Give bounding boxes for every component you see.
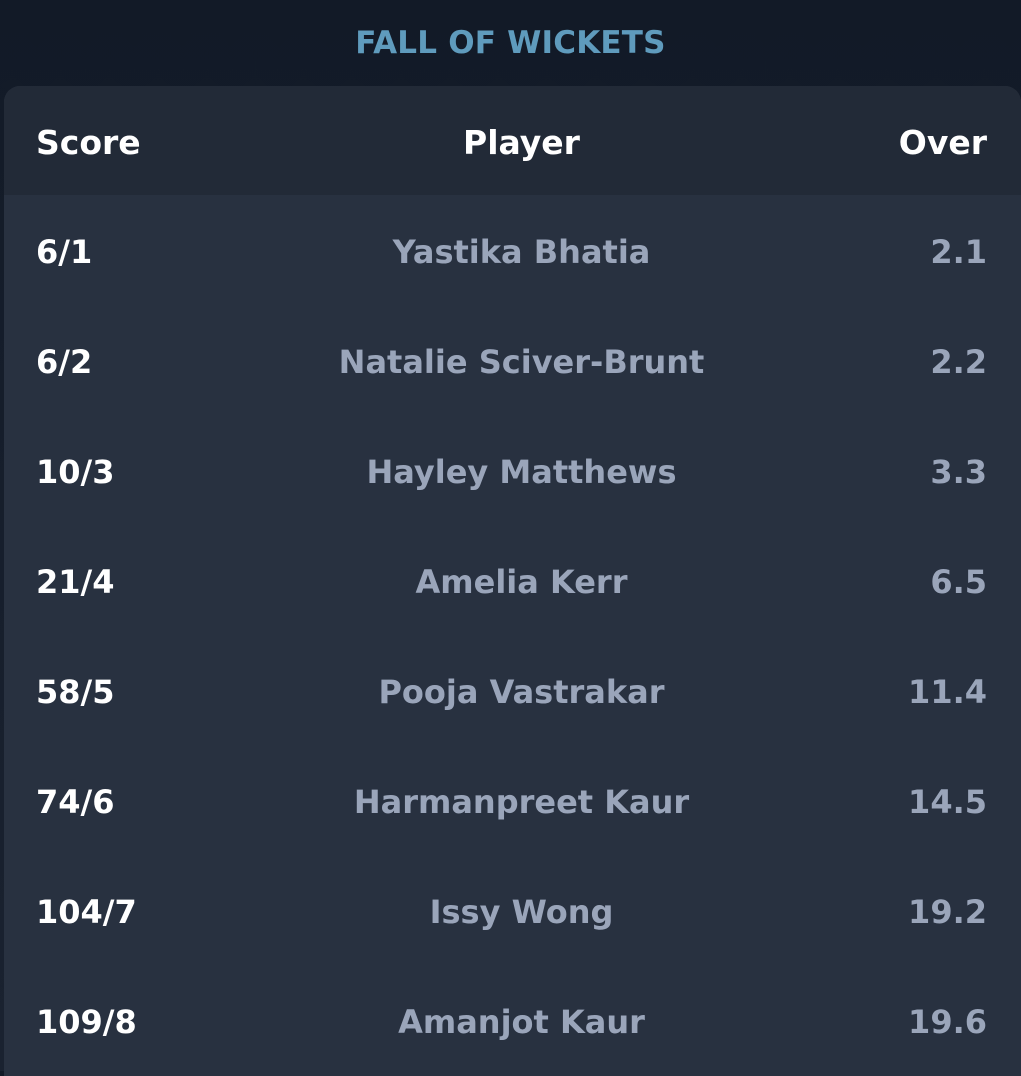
wicket-over: 2.2 (930, 343, 987, 381)
wicket-over: 3.3 (930, 453, 987, 491)
player-name: Issy Wong (429, 893, 614, 931)
player-name: Pooja Vastrakar (378, 673, 665, 711)
player-name: Amelia Kerr (415, 563, 628, 601)
table-row: 104/7 Issy Wong 19.2 (4, 855, 1021, 965)
table-row: 6/2 Natalie Sciver-Brunt 2.2 (4, 305, 1021, 415)
wicket-over: 11.4 (908, 673, 987, 711)
section-title: FALL OF WICKETS (355, 25, 666, 61)
column-header-over: Over (898, 123, 987, 162)
player-name: Amanjot Kaur (398, 1003, 645, 1041)
wicket-over: 14.5 (908, 783, 987, 821)
table-row: 21/4 Amelia Kerr 6.5 (4, 525, 1021, 635)
player-name: Natalie Sciver-Brunt (338, 343, 705, 381)
table-row: 109/8 Amanjot Kaur 19.6 (4, 965, 1021, 1075)
wicket-over: 19.6 (908, 1003, 987, 1041)
table-row: 74/6 Harmanpreet Kaur 14.5 (4, 745, 1021, 855)
fall-of-wickets-table: Score Player Over 6/1 Yastika Bhatia 2.1… (4, 86, 1021, 1076)
table-row: 10/3 Hayley Matthews 3.3 (4, 415, 1021, 525)
table-header: Score Player Over (4, 86, 1021, 195)
table-row: 6/1 Yastika Bhatia 2.1 (4, 195, 1021, 305)
wicket-over: 2.1 (930, 233, 987, 271)
wicket-over: 19.2 (908, 893, 987, 931)
player-name: Hayley Matthews (366, 453, 677, 491)
player-name: Yastika Bhatia (392, 233, 651, 271)
table-row: 58/5 Pooja Vastrakar 11.4 (4, 635, 1021, 745)
player-name: Harmanpreet Kaur (353, 783, 690, 821)
wicket-over: 6.5 (930, 563, 987, 601)
table-body: 6/1 Yastika Bhatia 2.1 6/2 Natalie Scive… (4, 195, 1021, 1075)
column-header-player: Player (463, 123, 580, 162)
